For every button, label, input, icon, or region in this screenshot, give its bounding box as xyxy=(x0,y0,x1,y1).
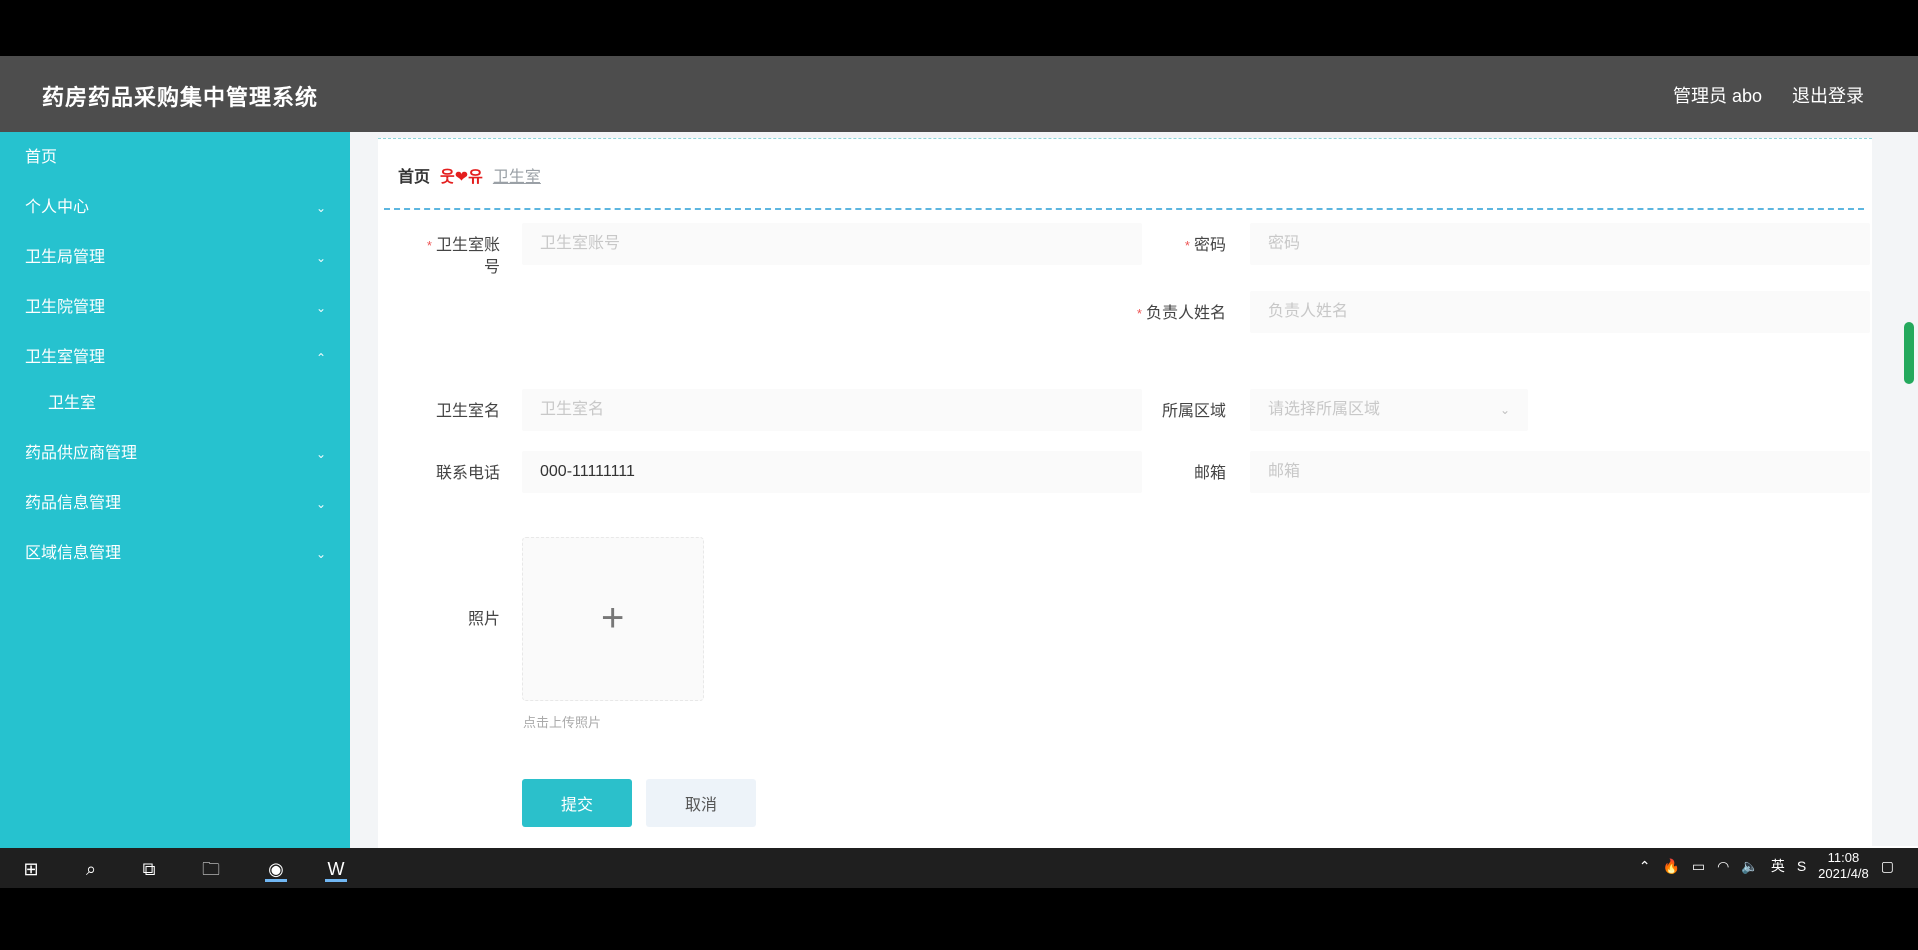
logout-button[interactable]: 退出登录 xyxy=(1792,82,1864,108)
input-language[interactable]: 英 xyxy=(1771,856,1785,876)
clock-date: 2021/4/8 xyxy=(1818,866,1869,881)
top-bar: 药房药品采购集中管理系统 管理员 abo 退出登录 xyxy=(0,56,1918,132)
required-marker: * xyxy=(426,238,432,253)
sidebar-item-drug-info[interactable]: 药品信息管理 ⌄ xyxy=(0,484,350,524)
phone-label: 联系电话 xyxy=(435,465,500,482)
chevron-down-icon: ⌄ xyxy=(315,201,326,215)
chevron-down-icon: ⌄ xyxy=(315,301,326,315)
active-app-indicator xyxy=(325,879,347,882)
breadcrumb-home[interactable]: 首页 xyxy=(398,163,430,187)
sidebar-item-label: 卫生局管理 xyxy=(25,249,106,266)
sidebar-item-label: 卫生室 xyxy=(48,395,97,412)
region-label: 所属区域 xyxy=(1161,403,1226,420)
password-label-text: 密码 xyxy=(1193,237,1226,254)
plus-icon: + xyxy=(601,596,625,640)
word-icon[interactable]: W xyxy=(323,856,349,882)
sidebar-item-label: 药品信息管理 xyxy=(25,495,122,512)
sidebar-item-clinic-management[interactable]: 卫生室管理 ⌃ xyxy=(0,338,350,378)
responsible-name-input[interactable]: 负责人姓名 xyxy=(1250,291,1870,333)
search-icon[interactable]: ⌕ xyxy=(78,856,104,882)
app-window: 药房药品采购集中管理系统 管理员 abo 退出登录 首页 个人中心 ⌄ 卫生局管… xyxy=(0,56,1918,848)
cancel-button[interactable]: 取消 xyxy=(646,779,756,827)
wifi-icon[interactable]: ◠ xyxy=(1717,858,1729,875)
submit-button[interactable]: 提交 xyxy=(522,779,632,827)
sidebar-item-health-center[interactable]: 卫生院管理 ⌄ xyxy=(0,288,350,328)
tray-overflow-icon[interactable]: ⌃ xyxy=(1639,858,1651,875)
account-label: * 卫生室账号 xyxy=(418,235,500,279)
sidebar-item-home[interactable]: 首页 xyxy=(0,138,350,178)
password-input[interactable]: 密码 xyxy=(1250,223,1870,265)
sidebar: 首页 个人中心 ⌄ 卫生局管理 ⌄ 卫生院管理 ⌄ 卫生室管理 ⌃ 卫生室 药品… xyxy=(0,132,350,848)
scroll-thumb[interactable] xyxy=(1904,322,1914,384)
phone-input[interactable]: 000-11111111 xyxy=(522,451,1142,493)
upload-hint: 点击上传照片 xyxy=(523,715,602,730)
responsible-name-label-text: 负责人姓名 xyxy=(1145,305,1226,322)
sidebar-item-label: 卫生室管理 xyxy=(25,349,106,366)
battery-icon[interactable]: ▭ xyxy=(1692,858,1705,875)
chevron-down-icon: ⌄ xyxy=(1499,403,1510,417)
responsible-name-label: * 负责人姓名 xyxy=(1118,303,1226,325)
chrome-icon[interactable]: ◉ xyxy=(263,856,289,882)
sidebar-item-label: 首页 xyxy=(25,149,58,166)
sogou-tray-icon[interactable]: S xyxy=(1797,858,1806,874)
user-area: 管理员 abo 退出登录 xyxy=(1673,82,1864,108)
clock-time: 11:08 xyxy=(1827,850,1860,865)
chevron-down-icon: ⌄ xyxy=(315,547,326,561)
sidebar-item-label: 区域信息管理 xyxy=(25,545,122,562)
sidebar-item-label: 药品供应商管理 xyxy=(25,445,138,462)
breadcrumb-separator: 웃❤유 xyxy=(440,169,483,186)
sidebar-item-health-bureau[interactable]: 卫生局管理 ⌄ xyxy=(0,238,350,278)
notification-icon[interactable]: ▢ xyxy=(1881,858,1894,875)
chevron-down-icon: ⌄ xyxy=(315,447,326,461)
breadcrumb: 首页 웃❤유 卫生室 xyxy=(398,163,541,187)
clinic-name-input[interactable]: 卫生室名 xyxy=(522,389,1142,431)
taskbar: ⊞ ⌕ ⧉ 🗀 ◉ W ⌃ 🔥 ▭ ◠ 🔈 英 S 11:08 2021/4/8… xyxy=(0,848,1918,888)
photo-upload[interactable]: + xyxy=(522,537,704,701)
windows-start-icon[interactable]: ⊞ xyxy=(18,856,44,882)
photo-label: 照片 xyxy=(467,611,500,628)
email-input[interactable]: 邮箱 xyxy=(1250,451,1870,493)
tray-app-icon[interactable]: 🔥 xyxy=(1662,858,1679,875)
email-label: 邮箱 xyxy=(1193,465,1226,482)
clinic-name-label: 卫生室名 xyxy=(435,403,500,420)
required-marker: * xyxy=(1184,238,1190,253)
active-app-indicator xyxy=(265,879,287,882)
main-area: 首页 웃❤유 卫生室 * 卫生室账号 卫生室账号 * 密码 密码 * 负责人姓名 负责… xyxy=(350,132,1918,848)
file-explorer-icon[interactable]: 🗀 xyxy=(198,856,224,882)
breadcrumb-current[interactable]: 卫生室 xyxy=(493,163,541,187)
volume-icon[interactable]: 🔈 xyxy=(1741,858,1758,875)
form-card: 首页 웃❤유 卫生室 * 卫生室账号 卫生室账号 * 密码 密码 * 负责人姓名 负责… xyxy=(378,138,1872,848)
sidebar-item-region-info[interactable]: 区域信息管理 ⌄ xyxy=(0,534,350,574)
chevron-up-icon: ⌃ xyxy=(315,351,326,365)
chevron-down-icon: ⌄ xyxy=(315,497,326,511)
sidebar-subitem-clinic[interactable]: 卫生室 xyxy=(0,384,350,424)
clock[interactable]: 11:08 2021/4/8 xyxy=(1818,850,1869,882)
region-select[interactable]: 请选择所属区域 ⌄ xyxy=(1250,389,1528,431)
system-tray: ⌃ 🔥 ▭ ◠ 🔈 英 S 11:08 2021/4/8 ▢ xyxy=(1639,850,1894,882)
sidebar-item-personal-center[interactable]: 个人中心 ⌄ xyxy=(0,188,350,228)
required-marker: * xyxy=(1136,306,1142,321)
region-select-placeholder: 请选择所属区域 xyxy=(1268,401,1381,418)
breadcrumb-divider xyxy=(384,208,1864,210)
account-label-text: 卫生室账号 xyxy=(435,237,500,276)
sidebar-item-drug-supplier[interactable]: 药品供应商管理 ⌄ xyxy=(0,434,350,474)
chevron-down-icon: ⌄ xyxy=(315,251,326,265)
app-title: 药房药品采购集中管理系统 xyxy=(42,85,319,110)
sidebar-item-label: 卫生院管理 xyxy=(25,299,106,316)
vertical-scrollbar[interactable] xyxy=(1904,322,1914,782)
sidebar-item-label: 个人中心 xyxy=(25,199,90,216)
user-label: 管理员 abo xyxy=(1672,86,1762,106)
password-label: * 密码 xyxy=(1140,235,1226,257)
task-view-icon[interactable]: ⧉ xyxy=(136,856,162,882)
account-input[interactable]: 卫生室账号 xyxy=(522,223,1142,265)
